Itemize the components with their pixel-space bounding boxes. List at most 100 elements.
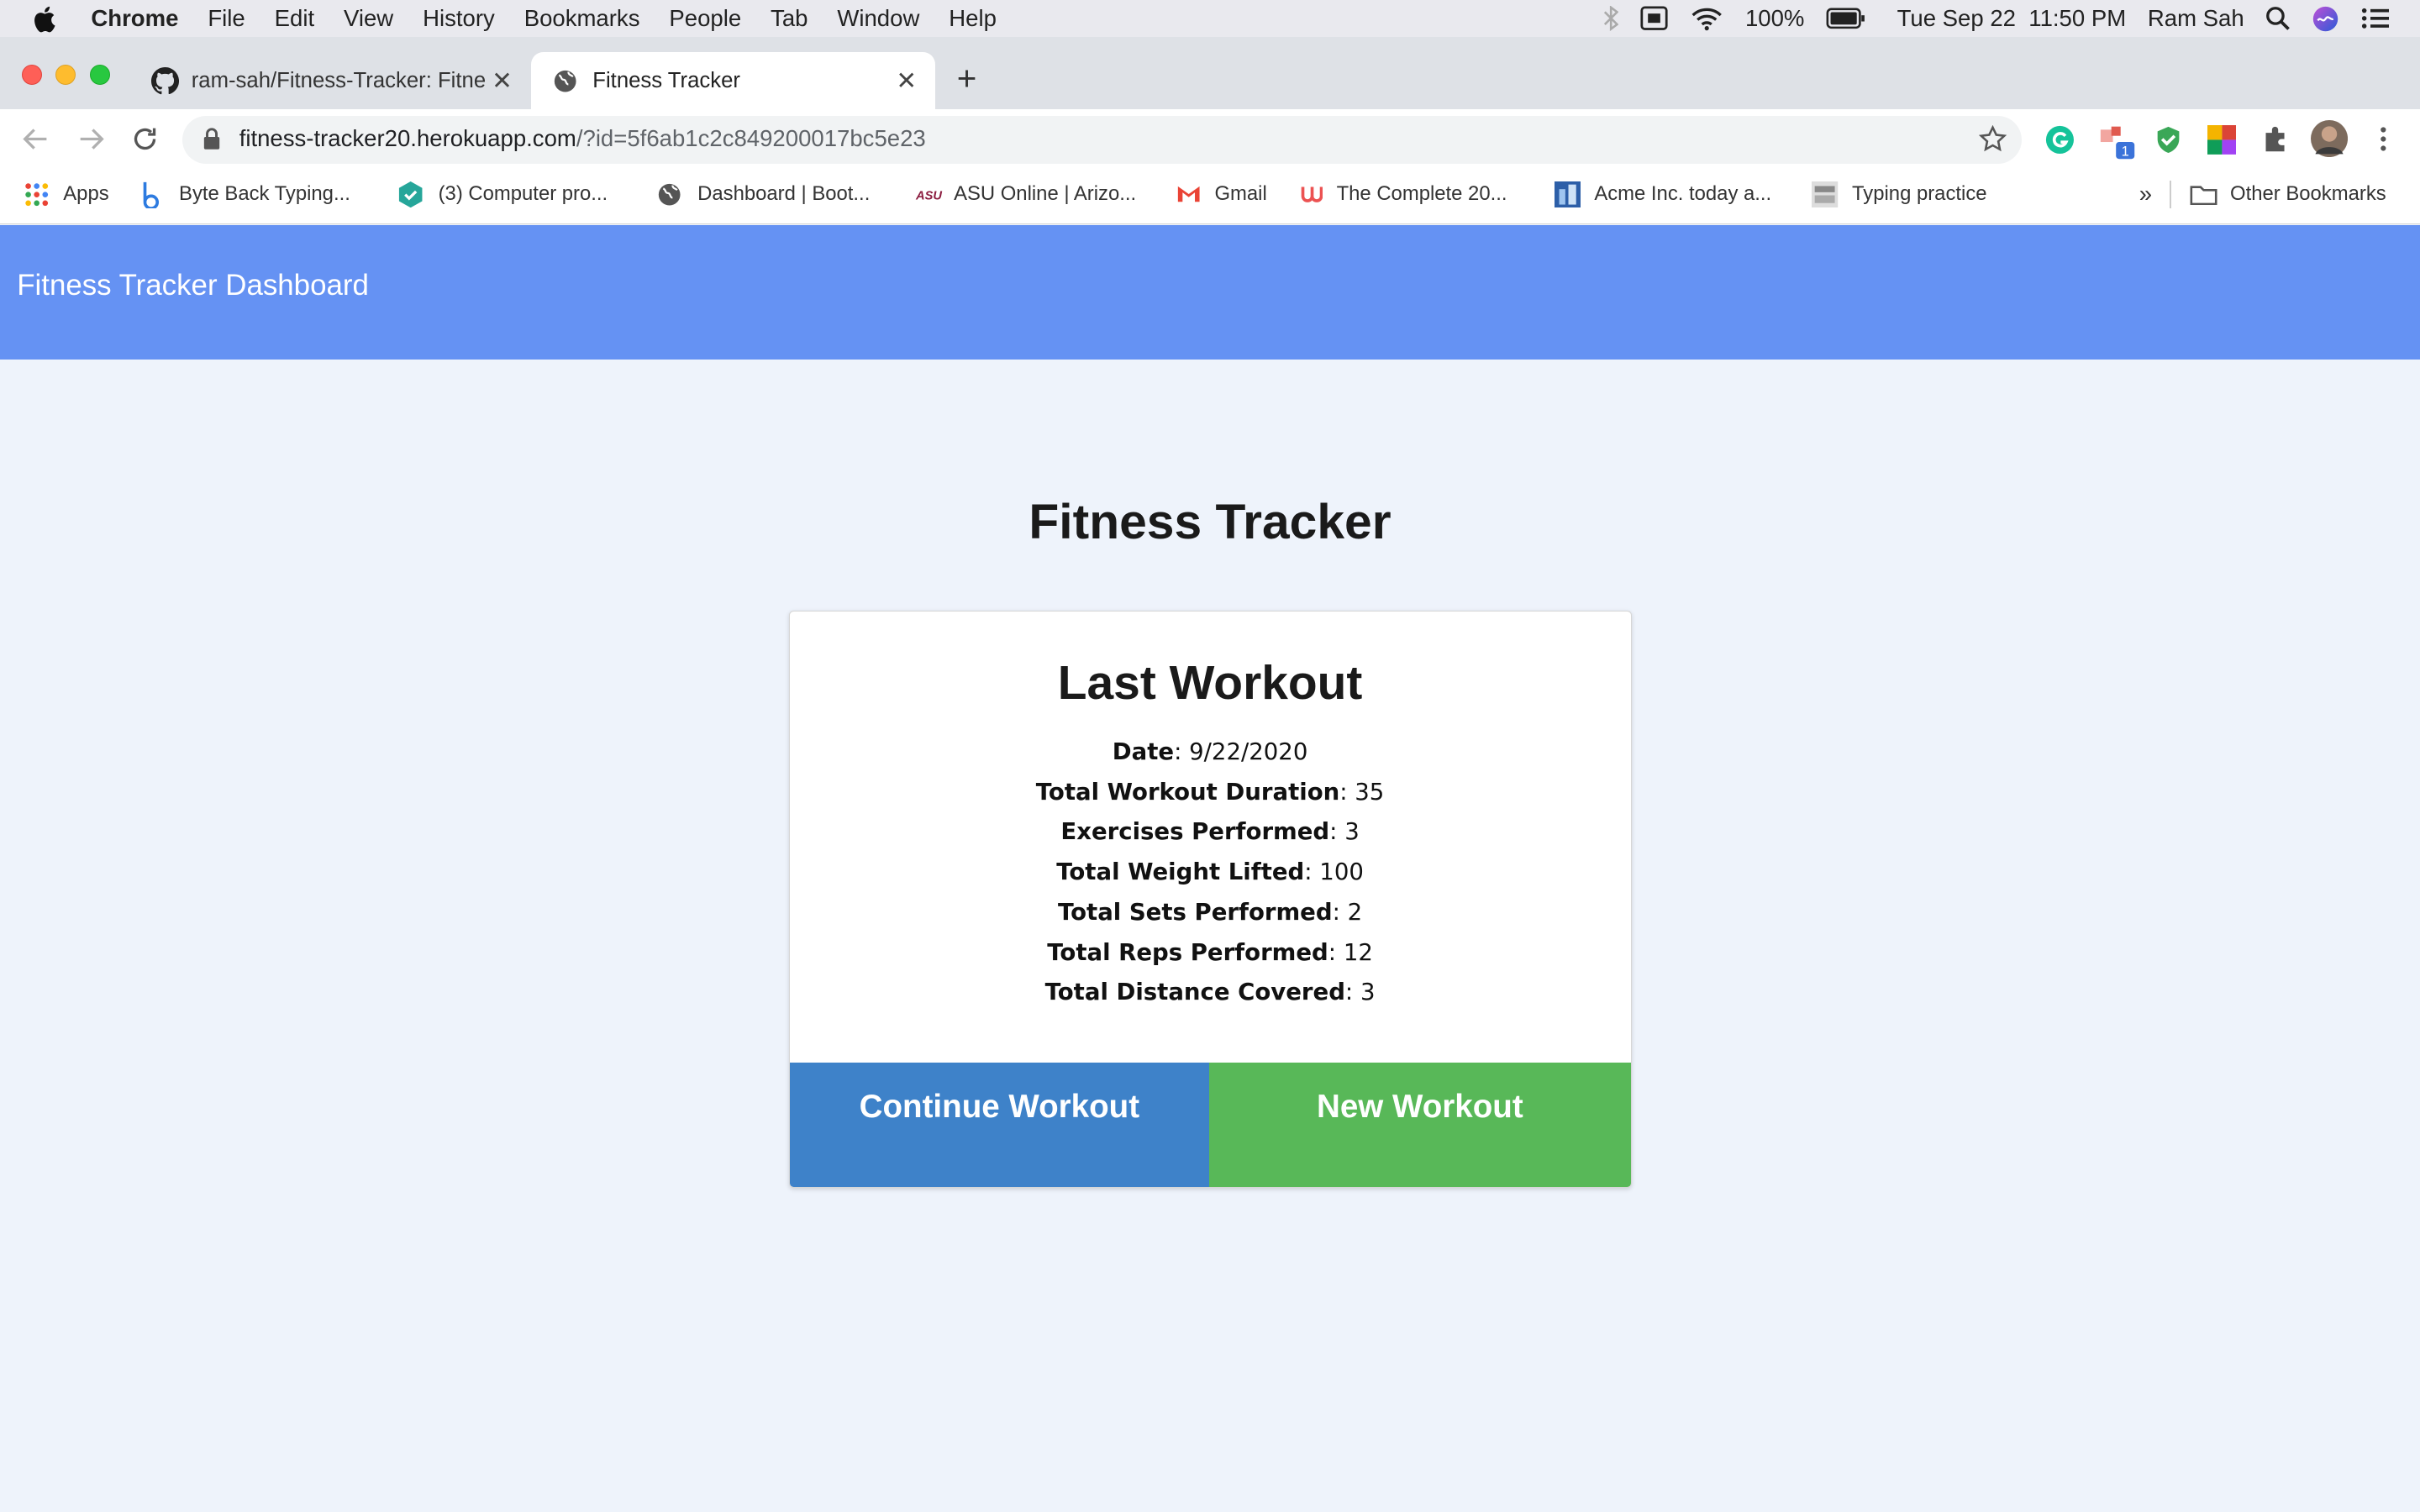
menu-bookmarks[interactable]: Bookmarks [524,5,640,32]
bookmarks-overflow-button[interactable]: » [2139,181,2152,208]
github-icon [150,66,180,95]
folder-icon [2190,185,2217,205]
gmail-icon [1177,186,1200,202]
tab-title: ram-sah/Fitness-Tracker: Fitne [191,68,485,92]
url-text[interactable]: fitness-tracker20.herokuapp.com/?id=5f6a… [239,125,926,152]
stat-value: : 3 [1329,818,1360,846]
chrome-menu-icon[interactable] [2377,125,2390,153]
stat-value: : 35 [1339,778,1385,806]
udemy-icon [1301,186,1323,202]
bookmark-label: (3) Computer pro... [438,182,608,206]
lock-icon[interactable] [203,128,221,150]
bookmark-label: Apps [63,182,109,206]
forward-icon[interactable] [77,125,105,153]
stat-reps-performed: Total Reps Performed: 12 [790,939,1631,966]
stat-label: Total Reps Performed [1047,938,1328,966]
stat-value: : 12 [1328,938,1373,966]
bookmark-computer-pro[interactable]: (3) Computer pro... [398,181,608,208]
colorful-extension-icon[interactable] [2207,124,2237,155]
new-tab-icon[interactable]: + [957,59,977,98]
menu-window[interactable]: Window [837,5,919,32]
bookmark-apps[interactable]: Apps [24,181,109,208]
bookmark-acme[interactable]: Acme Inc. today a... [1554,181,1772,208]
bookmark-label: The Complete 20... [1336,182,1507,206]
stat-value: : 3 [1344,979,1376,1006]
menu-view[interactable]: View [344,5,393,32]
stat-label: Date [1112,738,1175,765]
bookmark-typing-practice[interactable]: Typing practice [1812,181,1987,208]
close-tab-icon[interactable]: ✕ [896,66,917,96]
stat-value: : 100 [1304,858,1364,886]
tab-github[interactable]: ram-sah/Fitness-Tracker: Fitne ✕ [133,52,531,109]
bookmark-byte-back[interactable]: Byte Back Typing... [140,181,350,208]
menu-edit[interactable]: Edit [275,5,314,32]
page-title: Fitness Tracker [1028,494,1392,549]
user-name[interactable]: Ram Sah [2148,5,2244,32]
bookmark-label: Dashboard | Boot... [697,182,871,206]
card-title: Last Workout [1057,655,1363,710]
stat-weight-lifted: Total Weight Lifted: 100 [790,858,1631,885]
stat-label: Total Distance Covered [1044,979,1345,1006]
stat-value: : 9/22/2020 [1174,738,1308,765]
navbar-brand[interactable]: Fitness Tracker Dashboard [17,269,369,302]
bookmarks-divider [2170,180,2172,208]
window-close-button[interactable] [21,65,42,86]
typing-icon [1812,181,1839,208]
apple-icon[interactable] [34,5,58,33]
stat-total-duration: Total Workout Duration: 35 [790,779,1631,806]
menu-bar: Chrome File Edit View History Bookmarks … [0,0,2420,38]
bookmark-dashboard-boot[interactable]: Dashboard | Boot... [657,181,870,208]
bookmark-label: Other Bookmarks [2230,182,2386,206]
back-icon[interactable] [22,125,50,153]
profile-avatar-icon[interactable] [2310,120,2348,158]
shield-extension-icon[interactable] [2154,125,2182,155]
menu-history[interactable]: History [423,5,495,32]
url-path: /?id=5f6ab1c2c849200017bc5e23 [576,124,926,151]
battery-percent: 100% [1744,5,1805,32]
url-host: fitness-tracker20.herokuapp.com [239,124,576,151]
globe-icon [659,183,681,206]
bluetooth-icon[interactable] [1603,6,1619,31]
asu-logo-icon: ASU [915,185,944,204]
acme-icon [1554,181,1581,208]
menu-app-chrome[interactable]: Chrome [91,5,178,32]
stat-label: Total Workout Duration [1035,778,1340,806]
wifi-icon[interactable] [1690,6,1723,31]
stat-distance-covered: Total Distance Covered: 3 [790,979,1631,1005]
menu-help[interactable]: Help [949,5,997,32]
window-zoom-button[interactable] [89,65,110,86]
apps-grid-icon [25,183,49,206]
battery-icon[interactable] [1826,8,1866,29]
bookmark-label: Typing practice [1852,182,1987,206]
bookmark-label: Acme Inc. today a... [1594,182,1772,206]
tab-fitness-tracker[interactable]: Fitness Tracker ✕ [530,52,936,110]
bookmark-gmail[interactable]: Gmail [1176,181,1267,208]
bookmark-the-complete[interactable]: The Complete 20... [1298,181,1507,208]
svg-text:1: 1 [2122,144,2129,160]
grammarly-icon[interactable] [2045,125,2075,155]
bookmark-asu-online[interactable]: ASU ASU Online | Arizo... [915,181,1136,208]
extensions-puzzle-icon[interactable] [2261,125,2289,153]
stat-exercises-performed: Exercises Performed: 3 [790,818,1631,845]
bookmark-label: ASU Online | Arizo... [954,182,1137,206]
siri-icon[interactable] [2312,5,2339,33]
continue-workout-button[interactable]: Continue Workout [789,1062,1210,1188]
menu-file[interactable]: File [208,5,245,32]
new-workout-button[interactable]: New Workout [1209,1062,1631,1188]
last-workout-card: Last Workout Date: 9/22/2020 Total Worko… [788,611,1632,1189]
bookmark-label: Gmail [1214,182,1267,206]
menu-tab[interactable]: Tab [771,5,808,32]
globe-icon [554,70,576,92]
bookmark-star-icon[interactable] [1978,124,2007,153]
reload-icon[interactable] [131,125,159,153]
keyboard-icon[interactable] [1640,6,1668,31]
extension-badge-icon[interactable]: 1 [2099,123,2136,160]
tab-title: Fitness Tracker [592,68,740,92]
spotlight-search-icon[interactable] [2265,6,2291,31]
notification-center-icon[interactable] [2361,8,2390,29]
bookmark-label: Byte Back Typing... [179,182,350,206]
clock[interactable]: Tue Sep 22 11:50 PM [1897,5,2127,32]
menu-people[interactable]: People [669,5,741,32]
bookmark-other-bookmarks[interactable]: Other Bookmarks [2190,181,2386,208]
close-tab-icon[interactable]: ✕ [492,66,513,96]
